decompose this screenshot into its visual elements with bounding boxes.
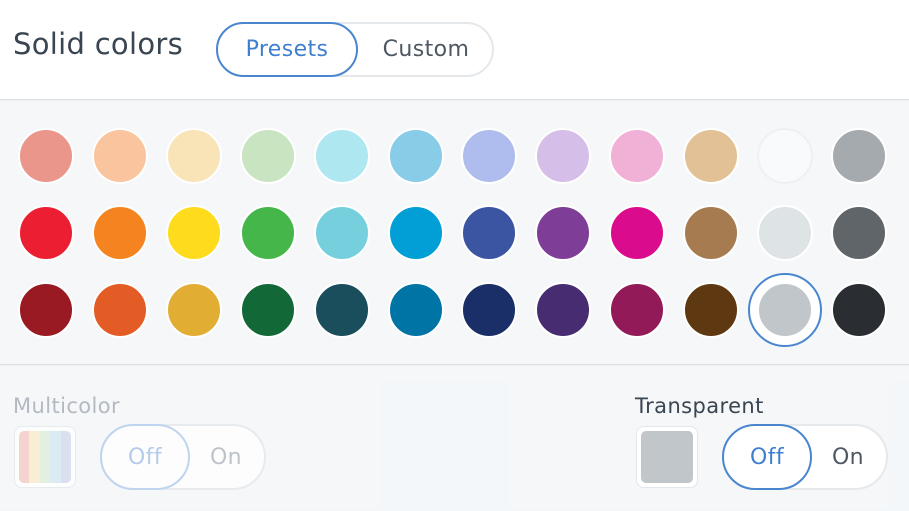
tab-custom[interactable]: Custom bbox=[358, 22, 494, 77]
color-swatch-r1-c3[interactable] bbox=[165, 128, 222, 184]
color-swatch-r2-c8[interactable] bbox=[535, 205, 592, 261]
multicolor-stripe-2 bbox=[29, 431, 40, 483]
color-swatch-r1-c5[interactable] bbox=[313, 128, 370, 184]
color-swatch-r1-c12[interactable] bbox=[830, 128, 887, 184]
color-swatch-r3-c2[interactable] bbox=[91, 282, 148, 338]
color-swatch-r3-c5[interactable] bbox=[313, 282, 370, 338]
transparent-preview bbox=[636, 426, 698, 488]
multicolor-stripes bbox=[19, 431, 71, 483]
transparent-toggle: Off On bbox=[722, 424, 888, 490]
color-swatch-r3-c9[interactable] bbox=[609, 282, 666, 338]
multicolor-on-button[interactable]: On bbox=[188, 424, 264, 490]
color-swatch-r2-c2[interactable] bbox=[91, 205, 148, 261]
color-swatch-r1-c8[interactable] bbox=[535, 128, 592, 184]
mode-toggle: Presets Custom bbox=[216, 22, 494, 77]
multicolor-preview bbox=[14, 426, 76, 488]
panel-title: Solid colors bbox=[13, 27, 184, 61]
color-swatch-r2-c6[interactable] bbox=[387, 205, 444, 261]
transparent-off-button[interactable]: Off bbox=[722, 424, 812, 490]
multicolor-label: Multicolor bbox=[13, 394, 121, 418]
multicolor-stripe-4 bbox=[50, 431, 61, 483]
solid-colors-panel: Solid colors Presets Custom Multicolor O… bbox=[0, 0, 909, 511]
transparent-preview-swatch bbox=[641, 431, 693, 483]
multicolor-stripe-5 bbox=[60, 431, 71, 483]
color-swatch-r2-c5[interactable] bbox=[313, 205, 370, 261]
multicolor-off-button[interactable]: Off bbox=[100, 424, 190, 490]
multicolor-stripe-3 bbox=[39, 431, 51, 483]
color-swatch-r2-c10[interactable] bbox=[683, 205, 740, 261]
color-swatch-r2-c4[interactable] bbox=[239, 205, 296, 261]
multicolor-stripe-1 bbox=[19, 431, 30, 483]
color-swatch-r1-c11[interactable] bbox=[757, 128, 813, 184]
color-swatch-r3-c10[interactable] bbox=[683, 282, 740, 338]
color-swatch-r3-c4[interactable] bbox=[239, 282, 296, 338]
color-swatch-r3-c1[interactable] bbox=[18, 282, 74, 338]
color-swatch-r2-c3[interactable] bbox=[165, 205, 222, 261]
color-swatch-r2-c12[interactable] bbox=[830, 205, 887, 261]
color-swatch-r1-c4[interactable] bbox=[239, 128, 296, 184]
multicolor-toggle: Off On bbox=[100, 424, 266, 490]
color-swatch-r1-c1[interactable] bbox=[18, 128, 74, 184]
color-swatch-r2-c7[interactable] bbox=[461, 205, 518, 261]
color-swatch-r2-c1[interactable] bbox=[18, 205, 74, 261]
tab-presets[interactable]: Presets bbox=[216, 22, 358, 77]
color-swatch-r3-c8[interactable] bbox=[535, 282, 592, 338]
transparent-label: Transparent bbox=[635, 394, 764, 418]
color-swatch-r1-c6[interactable] bbox=[387, 128, 444, 184]
color-swatch-r1-c10[interactable] bbox=[683, 128, 740, 184]
color-swatch-r3-c11[interactable] bbox=[757, 282, 813, 338]
color-swatch-r3-c3[interactable] bbox=[165, 282, 222, 338]
color-swatch-r1-c9[interactable] bbox=[609, 128, 666, 184]
color-swatch-r2-c11[interactable] bbox=[757, 205, 813, 261]
color-swatch-grid bbox=[0, 101, 909, 365]
color-swatch-r1-c7[interactable] bbox=[461, 128, 518, 184]
color-swatch-r3-c12[interactable] bbox=[830, 282, 887, 338]
color-swatch-r1-c2[interactable] bbox=[91, 128, 148, 184]
panel-header: Solid colors Presets Custom bbox=[0, 0, 909, 100]
color-swatch-r3-c6[interactable] bbox=[387, 282, 444, 338]
color-swatch-r2-c9[interactable] bbox=[609, 205, 666, 261]
transparent-on-button[interactable]: On bbox=[810, 424, 886, 490]
panel-footer: Multicolor Off On Transparent Off On bbox=[0, 366, 909, 511]
color-swatch-r3-c7[interactable] bbox=[461, 282, 518, 338]
